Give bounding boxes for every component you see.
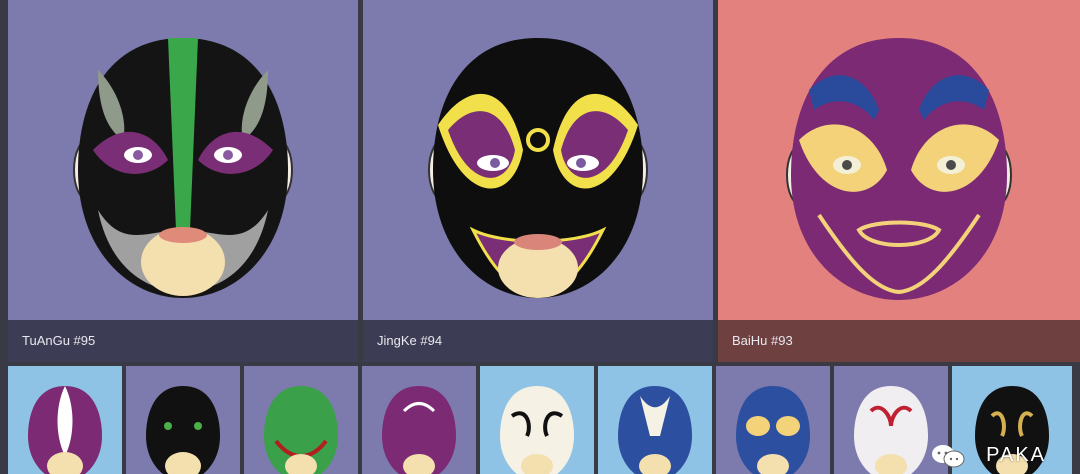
mask-image-tuangu <box>8 0 358 320</box>
mask-thumb-7[interactable] <box>716 366 830 474</box>
mask-thumb-3[interactable] <box>244 366 358 474</box>
mask-card-jingke[interactable]: JingKe #94 <box>363 0 713 362</box>
mask-thumb-6[interactable] <box>598 366 712 474</box>
watermark-text: PAKA <box>986 444 1046 466</box>
chat-bubbles-icon <box>932 445 965 468</box>
mask-image-jingke <box>363 0 713 320</box>
mask-caption: JingKe #94 <box>363 320 713 362</box>
mask-caption: BaiHu #93 <box>718 320 1080 362</box>
mask-thumb-4[interactable] <box>362 366 476 474</box>
mask-image-baihu <box>718 0 1080 320</box>
mask-thumb-2[interactable] <box>126 366 240 474</box>
mask-caption: TuAnGu #95 <box>8 320 358 362</box>
mask-card-tuangu[interactable]: TuAnGu #95 <box>8 0 358 362</box>
mask-thumb-1[interactable] <box>8 366 122 474</box>
mask-thumb-5[interactable] <box>480 366 594 474</box>
mask-card-baihu[interactable]: BaiHu #93 <box>718 0 1080 362</box>
